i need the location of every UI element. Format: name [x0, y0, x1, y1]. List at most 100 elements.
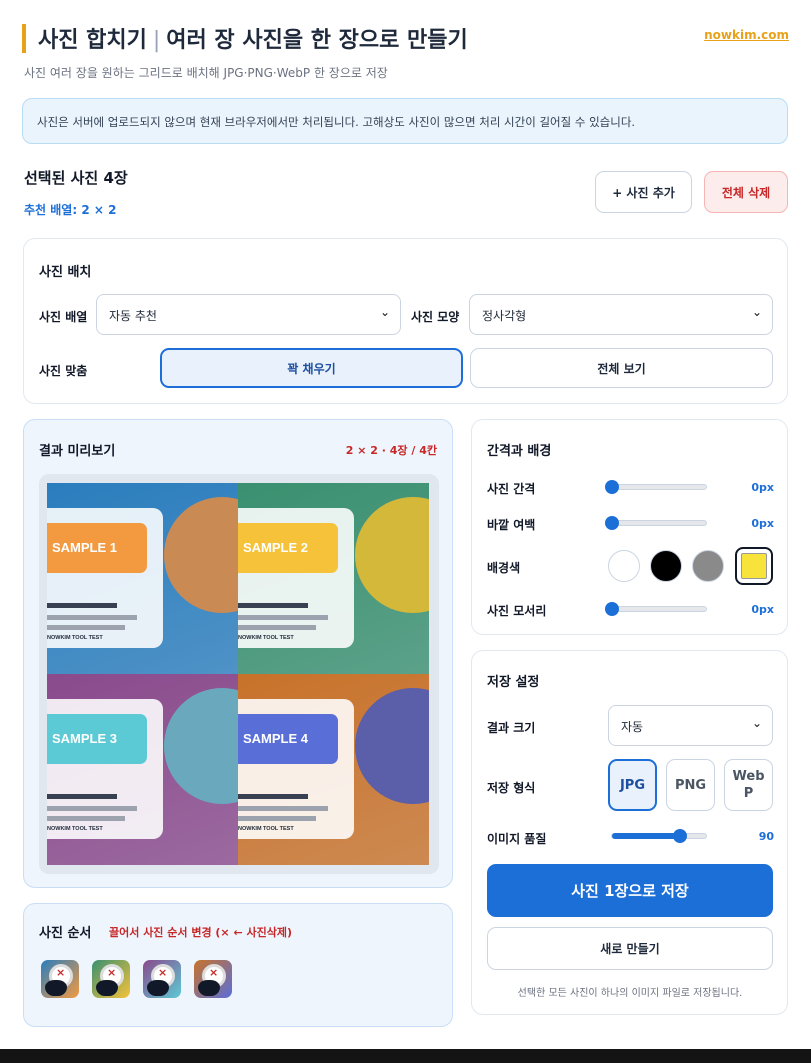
- preview-tile: SAMPLE 1 NOWKIM TOOL TEST: [47, 483, 238, 674]
- order-card: 사진 순서 끌어서 사진 순서 변경 (× ← 사진삭제) × × × ×: [23, 903, 453, 1027]
- site-link[interactable]: nowkim.com: [704, 28, 789, 42]
- spacing-title: 간격과 배경: [487, 444, 552, 459]
- order-thumb[interactable]: ×: [143, 960, 181, 998]
- order-thumb[interactable]: ×: [92, 960, 130, 998]
- close-icon[interactable]: ×: [209, 966, 218, 979]
- save-button[interactable]: 사진 1장으로 저장: [487, 864, 773, 917]
- gap-value: 0px: [751, 481, 774, 494]
- tile-circle: [164, 497, 238, 613]
- order-hint: 끌어서 사진 순서 변경 (× ← 사진삭제): [109, 926, 293, 939]
- bg-swatch-yellow-selected[interactable]: [735, 547, 773, 585]
- size-select[interactable]: 자동 ⌄: [608, 705, 773, 746]
- header: 사진 합치기 | 여러 장 사진을 한 장으로 만들기 nowkim.com: [22, 22, 789, 56]
- size-label: 결과 크기: [487, 721, 536, 735]
- preview-tile: SAMPLE 3 NOWKIM TOOL TEST: [47, 674, 238, 865]
- tile-text-line: [238, 816, 316, 821]
- tile-circle: [355, 497, 429, 613]
- corner-value: 0px: [751, 603, 774, 616]
- format-webp-option[interactable]: WebP: [724, 759, 773, 811]
- gap-slider-handle[interactable]: [605, 480, 619, 494]
- thumb-shape: [96, 980, 118, 996]
- page-title-main: 사진 합치기: [38, 28, 147, 53]
- bg-swatch-gray[interactable]: [692, 550, 724, 582]
- fit-label: 사진 맞춤: [39, 364, 88, 378]
- quality-slider-handle[interactable]: [672, 829, 687, 843]
- page-title: 사진 합치기 | 여러 장 사진을 한 장으로 만들기: [38, 22, 468, 54]
- tile-text-line: [47, 816, 125, 821]
- gap-label: 사진 간격: [487, 482, 536, 496]
- tile-text-line: [47, 615, 137, 620]
- save-card: 저장 설정 결과 크기 자동 ⌄ 저장 형식 JPG PNG WebP 이미지 …: [471, 650, 788, 1015]
- tile-label: SAMPLE 1: [47, 523, 147, 573]
- tile-label: SAMPLE 3: [47, 714, 147, 764]
- add-photo-button[interactable]: + 사진 추가: [595, 171, 692, 213]
- tile-circle: [164, 688, 238, 804]
- thumb-shape: [147, 980, 169, 996]
- order-thumb[interactable]: ×: [41, 960, 79, 998]
- bg-swatch-yellow-fill: [741, 553, 767, 579]
- close-icon[interactable]: ×: [107, 966, 116, 979]
- tile-text-line: [47, 806, 137, 811]
- chevron-down-icon: ⌄: [379, 305, 390, 319]
- fit-contain-option[interactable]: 전체 보기: [470, 348, 773, 388]
- order-thumb[interactable]: ×: [194, 960, 232, 998]
- margin-slider-handle[interactable]: [605, 516, 619, 530]
- shape-label: 사진 모양: [411, 310, 460, 324]
- tile-circle: [355, 688, 429, 804]
- quality-slider[interactable]: [611, 829, 707, 843]
- chevron-down-icon: ⌄: [751, 716, 762, 730]
- format-jpg-option[interactable]: JPG: [608, 759, 657, 811]
- gap-slider[interactable]: [605, 480, 707, 494]
- format-jpg-label: JPG: [619, 777, 646, 793]
- quality-value: 90: [758, 830, 774, 843]
- bg-swatch-white[interactable]: [608, 550, 640, 582]
- format-png-option[interactable]: PNG: [666, 759, 715, 811]
- close-icon[interactable]: ×: [56, 966, 65, 979]
- bg-color-label: 배경색: [487, 561, 521, 575]
- privacy-notice: 사진은 서버에 업로드되지 않으며 현재 브라우저에서만 처리됩니다. 고해상도…: [22, 98, 788, 144]
- tile-text-line: [238, 603, 308, 608]
- tile-text-line: [238, 806, 328, 811]
- recommended-layout: 추천 배열: 2 × 2: [24, 203, 117, 217]
- tile-text-line: [47, 625, 125, 630]
- tile-label: SAMPLE 2: [238, 523, 338, 573]
- layout-card: 사진 배치 사진 배열 자동 추천 ⌄ 사진 모양 정사각형 ⌄ 사진 맞춤 꽉…: [23, 238, 788, 404]
- tile-text-line: [238, 625, 316, 630]
- tile-footer: NOWKIM TOOL TEST: [47, 635, 103, 641]
- preview-status: 2 × 2 · 4장 / 4칸: [345, 444, 437, 457]
- selected-count-title: 선택된 사진 4장: [24, 169, 128, 187]
- page-subtitle: 사진 여러 장을 원하는 그리드로 배치해 JPG·PNG·WebP 한 장으로…: [24, 66, 388, 80]
- corner-label: 사진 모서리: [487, 604, 547, 618]
- shape-select-value: 정사각형: [482, 309, 527, 323]
- format-webp-label: WebP: [732, 769, 765, 801]
- arrangement-select[interactable]: 자동 추천 ⌄: [96, 294, 401, 335]
- fit-fill-option[interactable]: 꽉 채우기: [160, 348, 463, 388]
- preview-tile: SAMPLE 2 NOWKIM TOOL TEST: [238, 483, 429, 674]
- margin-label: 바깥 여백: [487, 518, 536, 532]
- bg-swatch-black[interactable]: [650, 550, 682, 582]
- page: 사진 합치기 | 여러 장 사진을 한 장으로 만들기 nowkim.com 사진 …: [0, 0, 811, 1049]
- quality-slider-fill: [612, 833, 680, 839]
- title-separator: |: [152, 28, 161, 53]
- shape-select[interactable]: 정사각형 ⌄: [469, 294, 773, 335]
- page-title-suffix: 여러 장 사진을 한 장으로 만들기: [166, 28, 468, 53]
- tile-footer: NOWKIM TOOL TEST: [238, 635, 294, 641]
- tile-label: SAMPLE 4: [238, 714, 338, 764]
- tile-text-line: [47, 794, 117, 799]
- close-icon[interactable]: ×: [158, 966, 167, 979]
- tile-footer: NOWKIM TOOL TEST: [47, 826, 103, 832]
- tile-text-line: [47, 603, 117, 608]
- tile-footer: NOWKIM TOOL TEST: [238, 826, 294, 832]
- clear-all-button[interactable]: 전체 삭제: [704, 171, 788, 213]
- chevron-down-icon: ⌄: [751, 305, 762, 319]
- tile-text-line: [238, 794, 308, 799]
- new-button[interactable]: 새로 만들기: [487, 927, 773, 970]
- preview-tile: SAMPLE 4 NOWKIM TOOL TEST: [238, 674, 429, 865]
- arrangement-label: 사진 배열: [39, 310, 88, 324]
- format-png-label: PNG: [674, 777, 707, 793]
- preview-card: 결과 미리보기 2 × 2 · 4장 / 4칸 SAMPLE 1 NOWKIM T…: [23, 419, 453, 888]
- corner-slider[interactable]: [605, 602, 707, 616]
- save-settings-title: 저장 설정: [487, 675, 540, 690]
- corner-slider-handle[interactable]: [605, 602, 619, 616]
- margin-slider[interactable]: [605, 516, 707, 530]
